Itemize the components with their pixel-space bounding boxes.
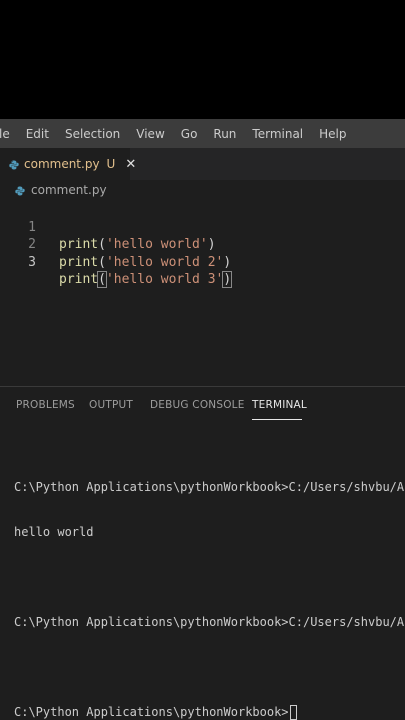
terminal-line: hello world [14,525,94,539]
string-token: 'hello world 2' [105,254,224,270]
terminal-line: C:\Python Applications\pythonWorkbook>C:… [14,480,405,494]
breadcrumb: comment.py [0,180,405,200]
terminal-prompt-line: C:\Python Applications\pythonWorkbook> [14,705,405,720]
tab-debug-console[interactable]: DEBUG CONSOLE [150,399,245,411]
function-token: print [59,272,99,287]
active-tab-indicator [252,419,302,420]
code-editor[interactable]: 1 print('hello world') 2 print('hello wo… [0,201,405,288]
breadcrumb-file[interactable]: comment.py [31,183,107,197]
panel-tab-bar: PROBLEMS OUTPUT DEBUG CONSOLE TERMINAL [0,387,405,425]
terminal-line: C:\Python Applications\pythonWorkbook>C:… [14,615,405,629]
paren-close-matched: ) [222,271,233,288]
code-line[interactable]: 1 print('hello world') [0,201,405,253]
editor-tab-bar: comment.py U ✕ [0,148,405,180]
paren-open: ( [98,254,106,270]
code-line-active[interactable]: 3 print('hello world 3') [0,236,405,288]
text-cursor [231,272,233,287]
menu-bar: le Edit Selection View Go Run Terminal H… [0,119,405,148]
python-file-icon [9,155,19,174]
terminal-output[interactable]: C:\Python Applications\pythonWorkbook>C:… [14,450,405,720]
function-token: print [59,254,99,270]
string-token: 'hello world 3' [105,272,224,287]
menu-view[interactable]: View [128,127,172,141]
tab-label: comment.py [24,157,100,171]
menu-terminal[interactable]: Terminal [244,127,311,141]
menu-file[interactable]: le [0,127,18,141]
menu-selection[interactable]: Selection [57,127,128,141]
paren-close: ) [223,254,232,270]
close-icon[interactable]: ✕ [125,157,136,172]
menu-help[interactable]: Help [311,127,354,141]
tab-comment-py[interactable]: comment.py U ✕ [0,148,136,180]
menu-run[interactable]: Run [205,127,244,141]
bottom-panel: PROBLEMS OUTPUT DEBUG CONSOLE TERMINAL C… [0,386,405,720]
untracked-badge: U [106,157,116,171]
terminal-prompt: C:\Python Applications\pythonWorkbook> [14,705,289,719]
vscode-window: le Edit Selection View Go Run Terminal H… [0,119,405,720]
menu-go[interactable]: Go [173,127,206,141]
menu-edit[interactable]: Edit [18,127,57,141]
code-line[interactable]: 2 print('hello world 2') [0,219,405,270]
tab-output[interactable]: OUTPUT [89,399,133,411]
tab-problems[interactable]: PROBLEMS [16,399,75,411]
tab-terminal[interactable]: TERMINAL [252,399,307,411]
python-file-icon [15,181,25,200]
terminal-cursor [289,705,297,720]
paren-open-matched: ( [97,271,107,288]
line-number: 3 [28,254,36,270]
